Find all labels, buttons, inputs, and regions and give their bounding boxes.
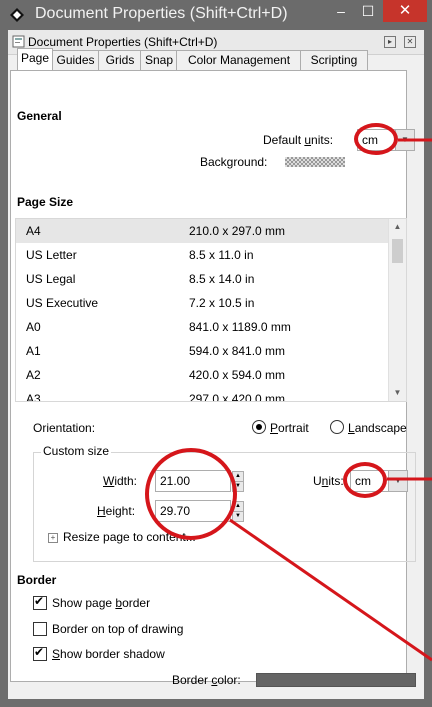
custom-size-title: Custom size: [41, 444, 112, 458]
landscape-label[interactable]: Landscape: [348, 421, 407, 435]
tab-page[interactable]: Page: [17, 48, 53, 70]
border-heading: Border: [17, 573, 57, 587]
height-label: Height:: [97, 504, 136, 518]
default-units-label: Default units:: [263, 133, 334, 147]
show-border-shadow-checkbox[interactable]: ✔: [33, 645, 47, 661]
width-label: Width:: [103, 474, 138, 488]
dock-title: Document Properties (Shift+Ctrl+D): [28, 35, 218, 49]
title-bar[interactable]: Document Properties (Shift+Ctrl+D) – ☐ ✕: [0, 0, 432, 30]
background-label: Background:: [200, 155, 268, 169]
annotation-circle-default-units: [354, 123, 398, 155]
radio-dot: [256, 424, 262, 430]
list-item[interactable]: A3 297.0 x 420.0 mm: [16, 387, 388, 401]
tab-scripting[interactable]: Scripting: [300, 50, 368, 70]
list-item[interactable]: A4 210.0 x 297.0 mm: [16, 219, 388, 243]
expand-icon[interactable]: +: [48, 533, 58, 543]
show-border-shadow-label[interactable]: Show border shadow: [52, 647, 165, 661]
annotation-circle-units: [343, 462, 387, 498]
general-heading: General: [17, 109, 62, 123]
chevron-down-icon: ▼: [388, 471, 407, 491]
tab-snap[interactable]: Snap: [140, 50, 178, 70]
spin-down-icon[interactable]: ▼: [232, 511, 244, 522]
scroll-thumb[interactable]: [392, 239, 403, 263]
show-page-border-checkbox[interactable]: ✔: [33, 594, 47, 610]
inkscape-icon: [10, 8, 24, 22]
check-icon: ✔: [34, 645, 45, 659]
portrait-radio[interactable]: [252, 420, 266, 434]
list-item[interactable]: A2 420.0 x 594.0 mm: [16, 363, 388, 387]
page-size-list[interactable]: A4 210.0 x 297.0 mm US Letter 8.5 x 11.0 i…: [15, 218, 407, 402]
close-button[interactable]: ✕: [383, 0, 427, 22]
show-page-border-label[interactable]: Show page border: [52, 596, 150, 610]
border-on-top-label[interactable]: Border on top of drawing: [52, 622, 183, 636]
portrait-label[interactable]: Portrait: [270, 421, 309, 435]
dock-close-icon[interactable]: ✕: [404, 36, 416, 48]
tab-guides[interactable]: Guides: [51, 50, 100, 70]
border-color-swatch[interactable]: [256, 673, 416, 687]
tab-color-management[interactable]: Color Management: [176, 50, 302, 70]
border-color-label: Border color:: [172, 673, 241, 687]
scroll-down-icon[interactable]: ▼: [389, 385, 406, 401]
annotation-circle-width-height: [145, 448, 237, 540]
border-on-top-checkbox[interactable]: [33, 622, 47, 636]
tab-grids[interactable]: Grids: [98, 50, 142, 70]
page-size-scrollbar[interactable]: ▲ ▼: [388, 219, 406, 401]
list-item[interactable]: US Letter 8.5 x 11.0 in: [16, 243, 388, 267]
page-size-heading: Page Size: [17, 195, 74, 209]
document-properties-icon: [12, 35, 25, 48]
check-icon: ✔: [34, 594, 45, 608]
landscape-radio[interactable]: [330, 420, 344, 434]
maximize-button[interactable]: ☐: [355, 0, 381, 22]
scroll-up-icon[interactable]: ▲: [389, 219, 406, 235]
list-item[interactable]: US Legal 8.5 x 14.0 in: [16, 267, 388, 291]
minimize-button[interactable]: –: [328, 0, 354, 22]
dock-float-icon[interactable]: ▸: [384, 36, 396, 48]
units-label: Units:: [313, 474, 344, 488]
background-color-swatch[interactable]: [285, 157, 345, 167]
list-item[interactable]: A1 594.0 x 841.0 mm: [16, 339, 388, 363]
list-item[interactable]: A0 841.0 x 1189.0 mm: [16, 315, 388, 339]
window-title: Document Properties (Shift+Ctrl+D): [35, 5, 288, 22]
list-item[interactable]: US Executive 7.2 x 10.5 in: [16, 291, 388, 315]
orientation-label: Orientation:: [33, 421, 96, 435]
